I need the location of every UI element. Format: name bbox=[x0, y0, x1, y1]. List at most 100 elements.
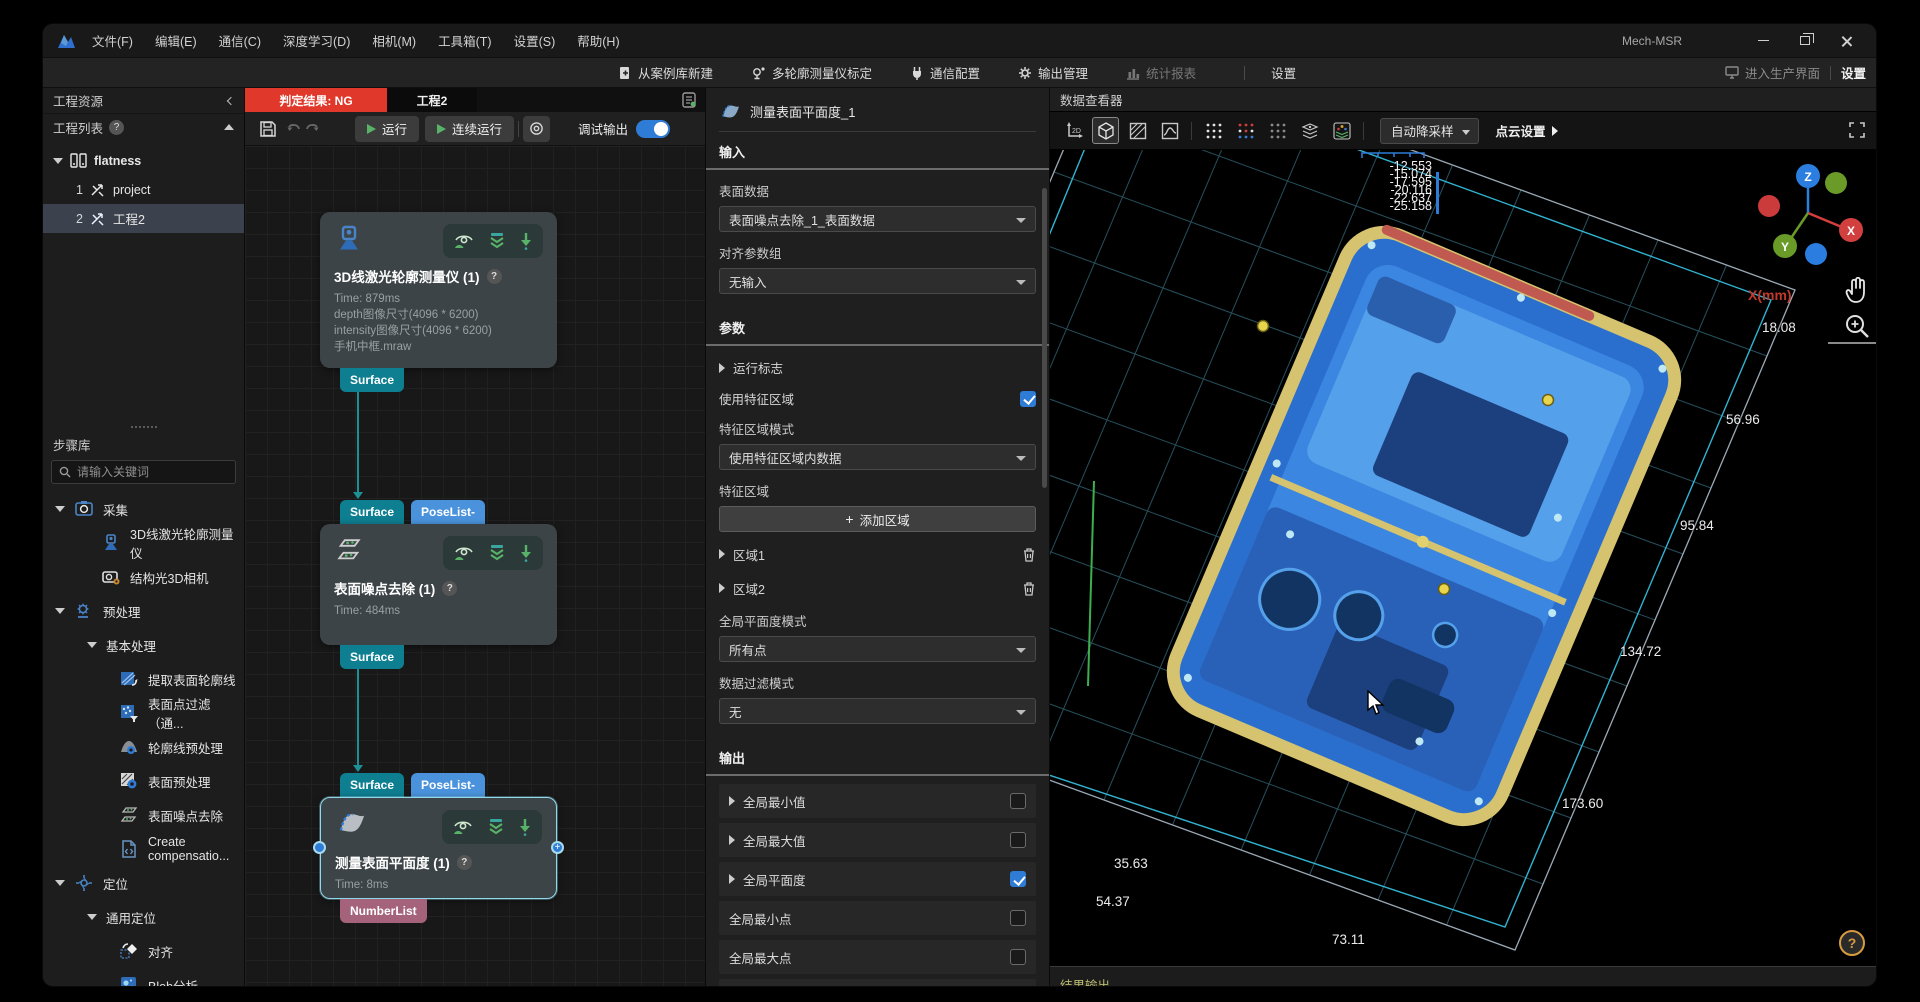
restore-button[interactable] bbox=[1784, 28, 1826, 54]
feature-region-mode-select[interactable]: 使用特征区域内数据 bbox=[719, 444, 1036, 470]
fit-2d-icon[interactable]: 2D bbox=[1060, 117, 1087, 144]
output-checkbox[interactable] bbox=[1010, 793, 1026, 809]
menu-help[interactable]: 帮助(H) bbox=[566, 27, 630, 54]
group-general-locate[interactable]: 通用定位 bbox=[43, 900, 244, 934]
step-laser-profiler[interactable]: 3D线激光轮廓测量仪 bbox=[43, 526, 244, 560]
step-search-box[interactable] bbox=[51, 460, 236, 484]
project-tab[interactable]: 工程2 bbox=[387, 88, 477, 112]
points-dense-icon[interactable] bbox=[1200, 117, 1227, 144]
caret-right-icon[interactable] bbox=[729, 874, 735, 884]
caret-right-icon[interactable] bbox=[729, 796, 735, 806]
points-colored-icon[interactable] bbox=[1232, 117, 1259, 144]
help-icon[interactable]: ? bbox=[109, 120, 124, 135]
profile-curve-icon[interactable] bbox=[1156, 117, 1183, 144]
solution-row[interactable]: flatness bbox=[43, 146, 244, 175]
caret-down-icon[interactable] bbox=[87, 642, 97, 648]
output-port-surface[interactable]: Surface bbox=[340, 368, 404, 392]
minimize-button[interactable] bbox=[1742, 28, 1784, 54]
point-cloud-viewport[interactable]: -12.553-15.074 -17.595-20.116 -22.637-25… bbox=[1050, 150, 1876, 966]
menu-deep-learning[interactable]: 深度学习(D) bbox=[272, 27, 361, 54]
project-row[interactable]: 1 project bbox=[43, 175, 244, 204]
zoom-icon[interactable] bbox=[1843, 312, 1871, 340]
input-port-poselist[interactable]: PoseList- bbox=[411, 500, 485, 524]
statistics-report-button[interactable]: 统计报表 bbox=[1126, 63, 1196, 82]
delete-region-icon[interactable] bbox=[1022, 547, 1036, 562]
output-row-global-flatness[interactable]: 全局平面度 bbox=[719, 862, 1036, 896]
enter-production-button[interactable]: 进入生产界面 bbox=[1725, 63, 1820, 82]
node-help-icon[interactable]: ? bbox=[442, 581, 457, 596]
run-target-button[interactable] bbox=[523, 116, 550, 142]
panel-list-icon[interactable] bbox=[681, 92, 697, 108]
hatch-surface-icon[interactable] bbox=[1124, 117, 1151, 144]
menu-file[interactable]: 文件(F) bbox=[81, 27, 144, 54]
menu-settings[interactable]: 设置(S) bbox=[503, 27, 567, 54]
output-checkbox[interactable] bbox=[1010, 949, 1026, 965]
node-left-port[interactable] bbox=[313, 841, 326, 854]
node-right-port[interactable]: + bbox=[551, 841, 564, 854]
output-row-global-mean-point[interactable]: 全局平均点 bbox=[719, 979, 1036, 986]
result-output-bar[interactable]: 结果输出 bbox=[1050, 967, 1876, 986]
step-surface-noise-removal[interactable]: 表面噪点去除 bbox=[43, 798, 244, 832]
caret-down-icon[interactable] bbox=[55, 880, 65, 886]
collapse-panel-icon[interactable] bbox=[227, 96, 235, 104]
step-extract-profile[interactable]: 提取表面轮廓线 bbox=[43, 662, 244, 696]
layers-icon[interactable] bbox=[1296, 117, 1323, 144]
input-port-surface[interactable]: Surface bbox=[340, 500, 404, 524]
caret-down-icon[interactable] bbox=[87, 914, 97, 920]
result-tab[interactable]: 判定结果: NG bbox=[245, 88, 387, 112]
splitter-handle[interactable] bbox=[131, 426, 157, 428]
collapse-up-icon[interactable] bbox=[224, 124, 234, 130]
production-settings-button[interactable]: 设置 bbox=[1841, 63, 1866, 82]
output-checkbox[interactable] bbox=[1010, 832, 1026, 848]
pan-hand-icon[interactable] bbox=[1844, 276, 1870, 304]
category-locate[interactable]: 定位 bbox=[43, 866, 244, 900]
node-laser-profiler[interactable]: 3D线激光轮廓测量仪 (1)? Time: 879ms depth图像尺寸(40… bbox=[320, 212, 557, 368]
view-3d-icon[interactable] bbox=[1092, 117, 1119, 144]
downsample-dropdown[interactable]: 自动降采样 bbox=[1380, 118, 1479, 144]
node-noise-removal[interactable]: 表面噪点去除 (1)? Time: 484ms bbox=[320, 524, 557, 645]
menu-toolbox[interactable]: 工具箱(T) bbox=[427, 27, 502, 54]
caret-right-icon[interactable] bbox=[719, 583, 725, 593]
surface-data-select[interactable]: 表面噪点去除_1_表面数据 bbox=[719, 206, 1036, 232]
new-from-case-button[interactable]: 从案例库新建 bbox=[618, 63, 713, 82]
download-step-icon[interactable] bbox=[518, 818, 532, 836]
continuous-run-button[interactable]: 连续运行 bbox=[425, 116, 514, 142]
global-flatness-mode-select[interactable]: 所有点 bbox=[719, 636, 1036, 662]
menu-camera[interactable]: 相机(M) bbox=[361, 27, 427, 54]
region-row[interactable]: 区域1 bbox=[719, 542, 1036, 566]
download-step-icon[interactable] bbox=[519, 232, 533, 250]
category-acquisition[interactable]: 采集 bbox=[43, 492, 244, 526]
continue-check-icon[interactable] bbox=[487, 544, 507, 562]
output-row-global-min[interactable]: 全局最小值 bbox=[719, 784, 1036, 818]
debug-output-toggle[interactable] bbox=[636, 120, 670, 138]
output-port-surface[interactable]: Surface bbox=[340, 645, 404, 669]
output-row-global-min-point[interactable]: 全局最小点 bbox=[719, 901, 1036, 935]
caret-down-icon[interactable] bbox=[55, 608, 65, 614]
group-basic-processing[interactable]: 基本处理 bbox=[43, 628, 244, 662]
download-step-icon[interactable] bbox=[519, 544, 533, 562]
communication-config-button[interactable]: 通信配置 bbox=[910, 63, 980, 82]
graph-canvas[interactable]: 判定结果: NG 工程2 运行 连续运行 bbox=[245, 88, 705, 986]
cloud-settings-button[interactable]: 点云设置 bbox=[1496, 121, 1558, 140]
data-filter-mode-select[interactable]: 无 bbox=[719, 698, 1036, 724]
output-port-numberlist[interactable]: NumberList bbox=[340, 899, 427, 923]
output-checkbox[interactable] bbox=[1010, 871, 1026, 887]
points-sparse-icon[interactable] bbox=[1264, 117, 1291, 144]
undo-icon[interactable] bbox=[285, 121, 303, 137]
output-row-global-max-point[interactable]: 全局最大点 bbox=[719, 940, 1036, 974]
close-button[interactable] bbox=[1826, 28, 1868, 54]
step-profile-preprocess[interactable]: 轮廓线预处理 bbox=[43, 730, 244, 764]
search-input[interactable] bbox=[77, 465, 217, 479]
viewer-help-button[interactable]: ? bbox=[1839, 930, 1865, 956]
orientation-gizmo[interactable]: Z X Y bbox=[1756, 158, 1866, 268]
layers-colored-icon[interactable] bbox=[1328, 117, 1355, 144]
continue-check-icon[interactable] bbox=[487, 232, 507, 250]
fullscreen-icon[interactable] bbox=[1848, 121, 1866, 139]
visualize-icon[interactable] bbox=[453, 544, 475, 562]
run-button[interactable]: 运行 bbox=[355, 116, 419, 142]
caret-right-icon[interactable] bbox=[729, 835, 735, 845]
node-help-icon[interactable]: ? bbox=[487, 269, 502, 284]
menu-communication[interactable]: 通信(C) bbox=[208, 27, 272, 54]
step-align[interactable]: 对齐 bbox=[43, 934, 244, 968]
use-feature-region-checkbox[interactable] bbox=[1020, 391, 1036, 407]
